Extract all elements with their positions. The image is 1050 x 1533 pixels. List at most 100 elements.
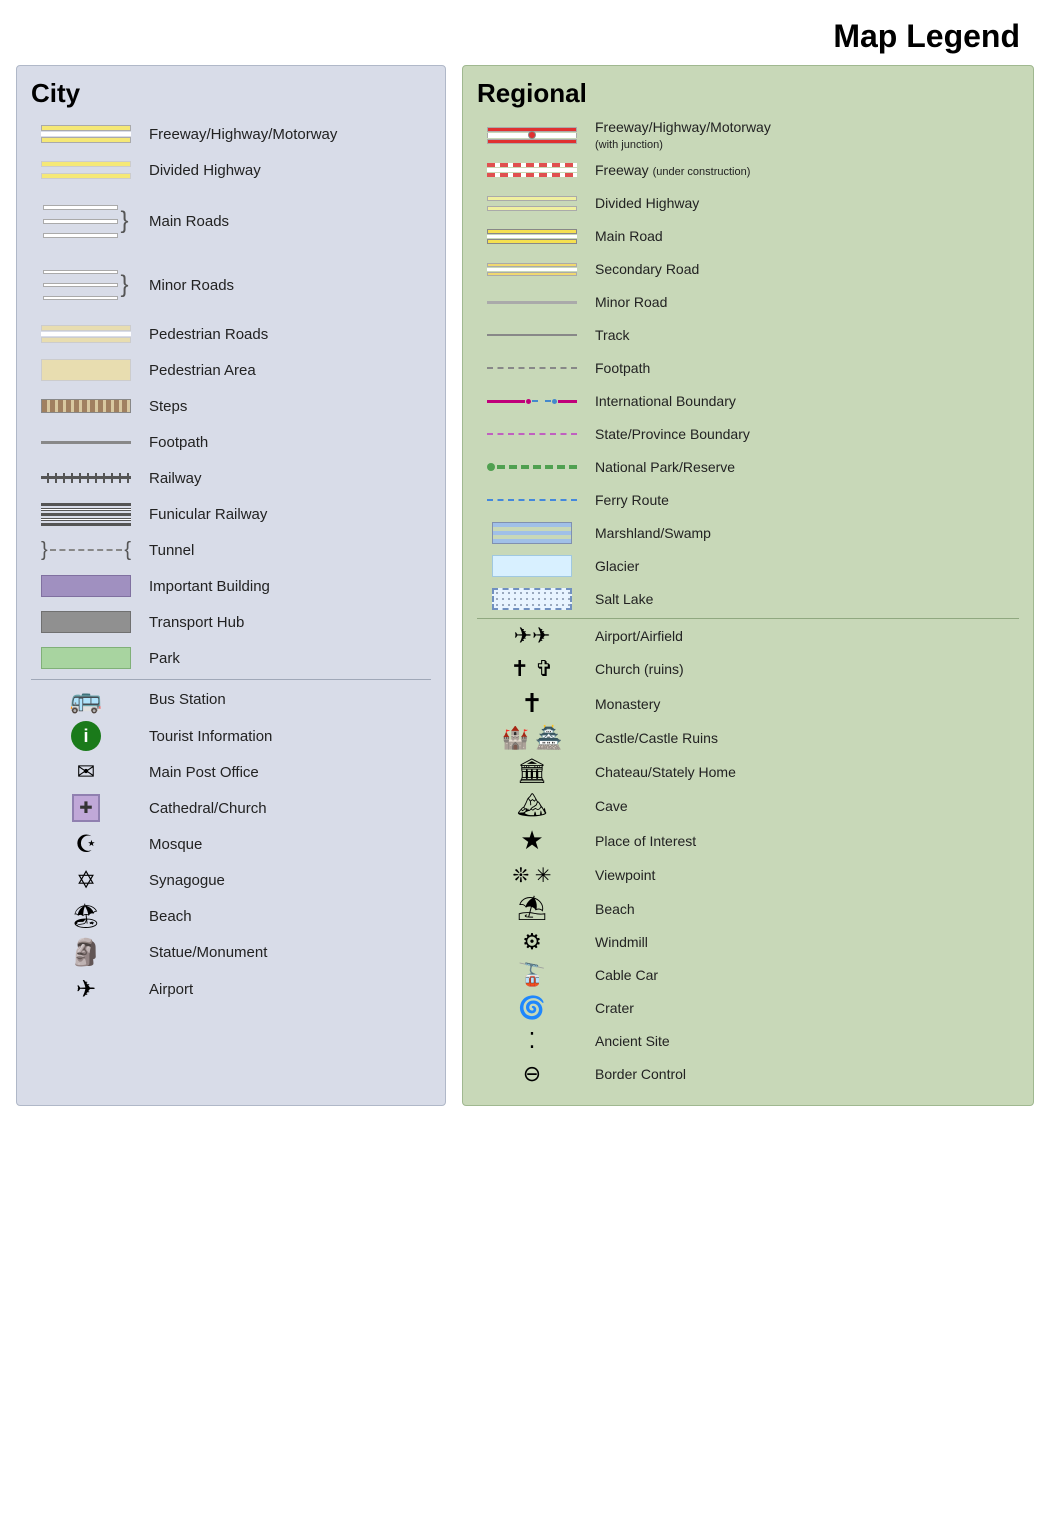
list-item: Marshland/Swamp [477, 519, 1019, 547]
reg-main-road-icon [477, 229, 587, 244]
list-item: Divided Highway [477, 189, 1019, 217]
reg-minor-road-icon [477, 301, 587, 304]
list-item: 🌀 Crater [477, 994, 1019, 1022]
cathedral-church-icon: ✚ [31, 794, 141, 822]
reg-freeway-icon [477, 127, 587, 144]
statue-monument-label: Statue/Monument [141, 944, 267, 961]
list-item: Steps [31, 391, 431, 421]
reg-salt-lake-label: Salt Lake [587, 591, 1019, 607]
list-item: ☪ Mosque [31, 829, 431, 859]
reg-national-park-icon [477, 463, 587, 471]
regional-title: Regional [477, 78, 1019, 109]
list-item: Freeway (under construction) [477, 156, 1019, 184]
list-item: Important Building [31, 571, 431, 601]
main-roads-icon: } [31, 205, 141, 238]
reg-freeway-label: Freeway/Highway/Motorway(with junction) [587, 119, 1019, 151]
tunnel-icon: } { [31, 539, 141, 562]
list-item: State/Province Boundary [477, 420, 1019, 448]
list-item: Secondary Road [477, 255, 1019, 283]
list-item: ❊ ✳ Viewpoint [477, 861, 1019, 889]
reg-ancient-site-label: Ancient Site [587, 1033, 1019, 1049]
reg-church-label: Church (ruins) [587, 661, 1019, 677]
airport-city-label: Airport [141, 981, 193, 998]
reg-intl-boundary-icon [477, 399, 587, 404]
reg-track-label: Track [587, 327, 1019, 343]
list-item: ✚ Cathedral/Church [31, 793, 431, 823]
important-building-label: Important Building [141, 578, 270, 595]
reg-castle-label: Castle/Castle Ruins [587, 730, 1019, 746]
minor-roads-icon: } [31, 270, 141, 300]
synagogue-label: Synagogue [141, 872, 225, 889]
list-item: ✝ ✞ Church (ruins) [477, 655, 1019, 683]
list-item: ✡ Synagogue [31, 865, 431, 895]
footpath-city-label: Footpath [141, 434, 208, 451]
list-item: Salt Lake [477, 585, 1019, 613]
reg-cable-car-label: Cable Car [587, 967, 1019, 983]
park-icon [31, 647, 141, 669]
list-item: ✝ Monastery [477, 688, 1019, 719]
freeway-city-label: Freeway/Highway/Motorway [141, 126, 337, 143]
reg-castle-icon: 🏰 🏯 [477, 725, 587, 751]
reg-cave-icon: 🏔 [477, 791, 587, 820]
main-roads-label: Main Roads [141, 213, 229, 230]
reg-salt-lake-icon [477, 588, 587, 610]
list-item: Minor Road [477, 288, 1019, 316]
reg-cave-label: Cave [587, 798, 1019, 814]
list-item: National Park/Reserve [477, 453, 1019, 481]
railway-icon [31, 471, 141, 485]
list-item: 🏰 🏯 Castle/Castle Ruins [477, 724, 1019, 752]
list-item: 🚡 Cable Car [477, 961, 1019, 989]
reg-place-interest-label: Place of Interest [587, 833, 1019, 849]
reg-monastery-label: Monastery [587, 696, 1019, 712]
statue-monument-icon: 🗿 [31, 937, 141, 968]
reg-monastery-icon: ✝ [477, 688, 587, 719]
list-item: ⚙ Windmill [477, 928, 1019, 956]
reg-divided-highway-label: Divided Highway [587, 195, 1019, 211]
reg-divided-highway-icon [477, 196, 587, 211]
list-item: Ferry Route [477, 486, 1019, 514]
reg-border-control-label: Border Control [587, 1066, 1019, 1082]
important-building-icon [31, 575, 141, 597]
reg-chateau-icon: 🏛 [477, 757, 587, 786]
mosque-label: Mosque [141, 836, 202, 853]
list-item: Pedestrian Area [31, 355, 431, 385]
reg-footpath-label: Footpath [587, 360, 1019, 376]
reg-border-control-icon: ⊖ [477, 1061, 587, 1087]
reg-windmill-label: Windmill [587, 934, 1019, 950]
beach-city-label: Beach [141, 908, 192, 925]
freeway-city-icon [31, 125, 141, 143]
footpath-city-icon [31, 441, 141, 444]
divided-highway-city-label: Divided Highway [141, 162, 261, 179]
list-item: } { Tunnel [31, 535, 431, 565]
reg-beach-icon: ⛱ [477, 894, 587, 923]
funicular-railway-icon [31, 503, 141, 526]
airport-city-icon: ✈ [31, 975, 141, 1004]
list-item: Freeway/Highway/Motorway(with junction) [477, 119, 1019, 151]
list-item: 🗿 Statue/Monument [31, 937, 431, 968]
reg-intl-boundary-label: International Boundary [587, 393, 1019, 409]
funicular-railway-label: Funicular Railway [141, 506, 267, 523]
reg-state-boundary-icon [477, 433, 587, 435]
list-item: Funicular Railway [31, 499, 431, 529]
transport-hub-icon [31, 611, 141, 633]
divided-highway-city-icon [31, 161, 141, 179]
list-item: ✈ Airport [31, 974, 431, 1004]
reg-state-boundary-label: State/Province Boundary [587, 426, 1019, 442]
city-title: City [31, 78, 431, 109]
mosque-icon: ☪ [31, 830, 141, 859]
list-item: Track [477, 321, 1019, 349]
minor-roads-label: Minor Roads [141, 277, 234, 294]
list-item: 🏖 Beach [31, 901, 431, 931]
list-item: } Minor Roads [31, 257, 431, 313]
list-item: ✉ Main Post Office [31, 757, 431, 787]
list-item: 🚌 Bus Station [31, 684, 431, 715]
pedestrian-area-icon [31, 359, 141, 381]
main-post-office-icon: ✉ [31, 759, 141, 785]
list-item: Transport Hub [31, 607, 431, 637]
list-item: Railway [31, 463, 431, 493]
legend-container: City Freeway/Highway/Motorway D [0, 65, 1050, 1126]
reg-marshland-icon [477, 522, 587, 544]
page-title: Map Legend [0, 0, 1050, 65]
reg-freeway-construction-label: Freeway (under construction) [587, 162, 1019, 178]
reg-ferry-icon [477, 499, 587, 501]
